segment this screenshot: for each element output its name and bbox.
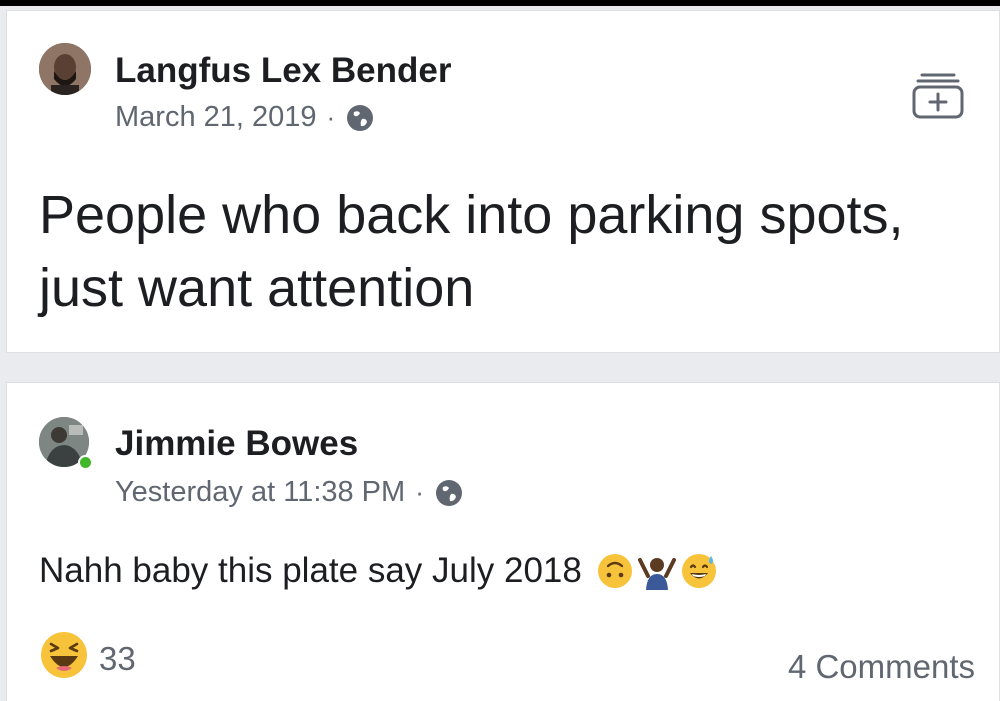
globe-icon xyxy=(434,478,464,508)
reaction-count: 33 xyxy=(99,640,136,677)
comment-card: Jimmie Bowes Yesterday at 11:38 PM · Nah… xyxy=(6,382,1000,701)
reactions-summary[interactable]: 33 xyxy=(39,630,136,688)
comment-time[interactable]: Yesterday at 11:38 PM xyxy=(115,476,405,509)
comments-count-link[interactable]: 4 Comments xyxy=(788,648,975,686)
post-date[interactable]: March 21, 2019 xyxy=(115,101,317,134)
post-text: People who back into parking spots, just… xyxy=(39,185,904,318)
online-status-dot xyxy=(78,455,93,470)
save-add-icon[interactable] xyxy=(908,61,968,121)
author-avatar[interactable] xyxy=(39,43,91,95)
post-card: Langfus Lex Bender March 21, 2019 · Peop… xyxy=(6,10,1000,353)
upside-down-face-emoji xyxy=(596,552,634,590)
sweat-smile-emoji xyxy=(680,552,718,590)
shrug-emoji xyxy=(637,552,676,590)
globe-icon xyxy=(345,103,375,133)
haha-reaction-icon xyxy=(39,630,89,688)
comment-text: Nahh baby this plate say July 2018 xyxy=(39,551,582,590)
comment-text-row: Nahh baby this plate say July 2018 xyxy=(39,551,718,591)
meta-separator: · xyxy=(415,477,424,507)
commenter-name[interactable]: Jimmie Bowes xyxy=(115,424,358,464)
post-meta: March 21, 2019 · xyxy=(115,101,375,134)
comment-meta: Yesterday at 11:38 PM · xyxy=(115,476,464,509)
meta-separator: · xyxy=(326,102,336,132)
post-author-name[interactable]: Langfus Lex Bender xyxy=(115,51,451,91)
top-border xyxy=(0,0,1000,6)
